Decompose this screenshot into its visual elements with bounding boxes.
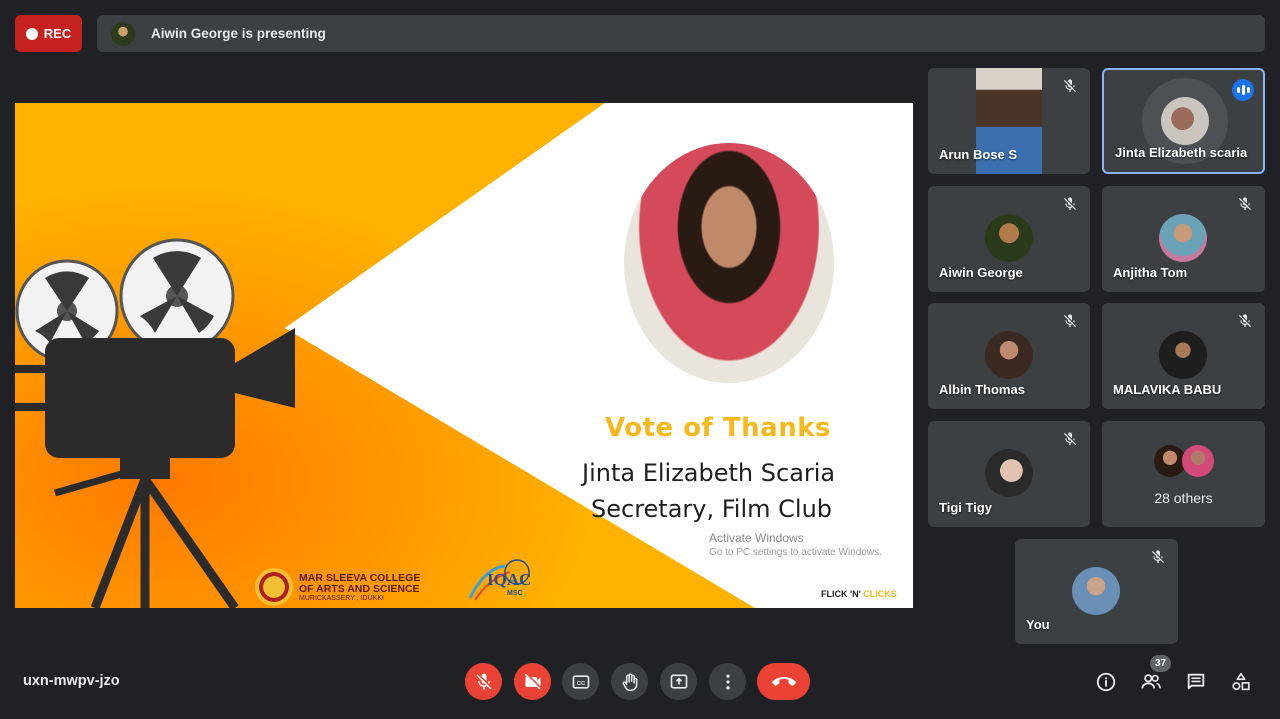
- activate-windows-title: Activate Windows: [709, 531, 804, 545]
- microphone-toggle-button[interactable]: [465, 663, 502, 700]
- more-options-button[interactable]: [709, 663, 746, 700]
- participant-name: Jinta Elizabeth scaria: [1115, 145, 1248, 160]
- college-logo-block: MAR SLEEVA COLLEGE OF ARTS AND SCIENCE M…: [255, 568, 420, 606]
- iqac-sub-label: MSC: [507, 590, 523, 597]
- participant-tile-albin-thomas[interactable]: Albin Thomas: [928, 303, 1090, 409]
- presenting-banner: Aiwin George is presenting: [97, 15, 1265, 52]
- people-icon: [1141, 674, 1161, 689]
- slide-speaker-name: Jinta Elizabeth Scaria: [582, 459, 836, 487]
- avatar: [985, 331, 1033, 379]
- flick-label: FLICK 'N': [821, 589, 864, 599]
- present-screen-icon: [670, 674, 687, 689]
- participant-tile-jinta-elizabeth[interactable]: Jinta Elizabeth scaria: [1102, 68, 1265, 174]
- raise-hand-icon: [622, 672, 637, 691]
- more-options-icon: [725, 674, 730, 689]
- participant-name: Albin Thomas: [939, 382, 1025, 397]
- speaking-indicator-icon: [1232, 79, 1254, 101]
- mic-off-icon: [1064, 197, 1076, 210]
- clicks-label: CLICKS: [863, 589, 897, 599]
- iqac-logo: IQAC MSC: [465, 558, 537, 606]
- avatar: [1182, 445, 1214, 477]
- participant-name: You: [1026, 617, 1050, 632]
- participant-tile-you[interactable]: You: [1015, 539, 1178, 644]
- others-count: 28 others: [1154, 490, 1213, 506]
- participant-count-badge: 37: [1150, 655, 1171, 672]
- others-tile[interactable]: 28 others: [1102, 421, 1265, 527]
- svg-text:CC: CC: [576, 680, 585, 686]
- participant-name: Anjitha Tom: [1113, 265, 1188, 280]
- mic-off-icon: [1064, 79, 1076, 92]
- avatar: [1159, 331, 1207, 379]
- info-icon: [1096, 672, 1116, 692]
- avatar: [1161, 97, 1209, 145]
- mic-off-icon: [476, 673, 491, 689]
- participant-name: Aiwin George: [939, 265, 1023, 280]
- meeting-code: uxn-mwpv-jzo: [23, 673, 120, 689]
- participant-tile-anjitha-tom[interactable]: Anjitha Tom: [1102, 186, 1265, 292]
- college-location: MURICKASSERY , IDUKKI: [299, 594, 384, 602]
- meeting-details-button[interactable]: [1094, 670, 1118, 694]
- slide-speaker-role: Secretary, Film Club: [591, 495, 833, 523]
- chat-icon: [1187, 673, 1205, 690]
- avatar: [1159, 214, 1207, 262]
- leave-call-button[interactable]: [757, 663, 810, 700]
- slide-heading: Vote of Thanks: [605, 413, 831, 443]
- mic-off-icon: [1239, 197, 1251, 210]
- captions-button[interactable]: CC: [562, 663, 599, 700]
- participant-tile-malavika-babu[interactable]: MALAVIKA BABU: [1102, 303, 1265, 409]
- record-dot-icon: [25, 27, 38, 40]
- participant-name: MALAVIKA BABU: [1113, 382, 1222, 397]
- participant-tile-arun-bose[interactable]: Arun Bose S: [928, 68, 1090, 174]
- chat-button[interactable]: [1184, 670, 1208, 694]
- show-everyone-button[interactable]: [1139, 670, 1163, 694]
- record-button[interactable]: REC: [15, 15, 82, 52]
- present-now-button[interactable]: [660, 663, 697, 700]
- end-call-icon: [771, 676, 796, 686]
- activities-button[interactable]: [1229, 670, 1253, 694]
- iqac-label: IQAC: [487, 570, 532, 589]
- presentation-slide: Vote of Thanks Jinta Elizabeth Scaria Se…: [15, 103, 913, 608]
- presenting-text: Aiwin George is presenting: [151, 26, 326, 41]
- presenter-avatar: [111, 21, 135, 46]
- avatar: [985, 214, 1033, 262]
- captions-icon: CC: [572, 674, 589, 689]
- college-name-line1: MAR SLEEVA COLLEGE: [299, 571, 421, 584]
- mic-off-icon: [1064, 314, 1076, 327]
- mic-off-icon: [1239, 314, 1251, 327]
- college-emblem: [255, 568, 293, 606]
- avatar: [1072, 567, 1120, 615]
- record-label: REC: [43, 26, 72, 41]
- participant-name: Tigi Tigy: [939, 500, 992, 515]
- camera-toggle-button[interactable]: [514, 663, 551, 700]
- activities-icon: [1232, 672, 1250, 691]
- participant-tile-aiwin-george[interactable]: Aiwin George: [928, 186, 1090, 292]
- college-name-line2: OF ARTS AND SCIENCE: [299, 582, 420, 595]
- participant-tile-tigi-tigy[interactable]: Tigi Tigy: [928, 421, 1090, 527]
- speaker-photo: [624, 143, 834, 383]
- raise-hand-button[interactable]: [611, 663, 648, 700]
- mic-off-icon: [1152, 550, 1164, 563]
- camera-off-icon: [524, 673, 540, 689]
- mic-off-icon: [1064, 432, 1076, 445]
- avatar: [985, 449, 1033, 497]
- flick-n-clicks-logo: FLICK 'N' CLICKS: [821, 589, 897, 599]
- participant-name: Arun Bose S: [939, 147, 1018, 162]
- activate-windows-subtitle: Go to PC settings to activate Windows.: [709, 547, 882, 558]
